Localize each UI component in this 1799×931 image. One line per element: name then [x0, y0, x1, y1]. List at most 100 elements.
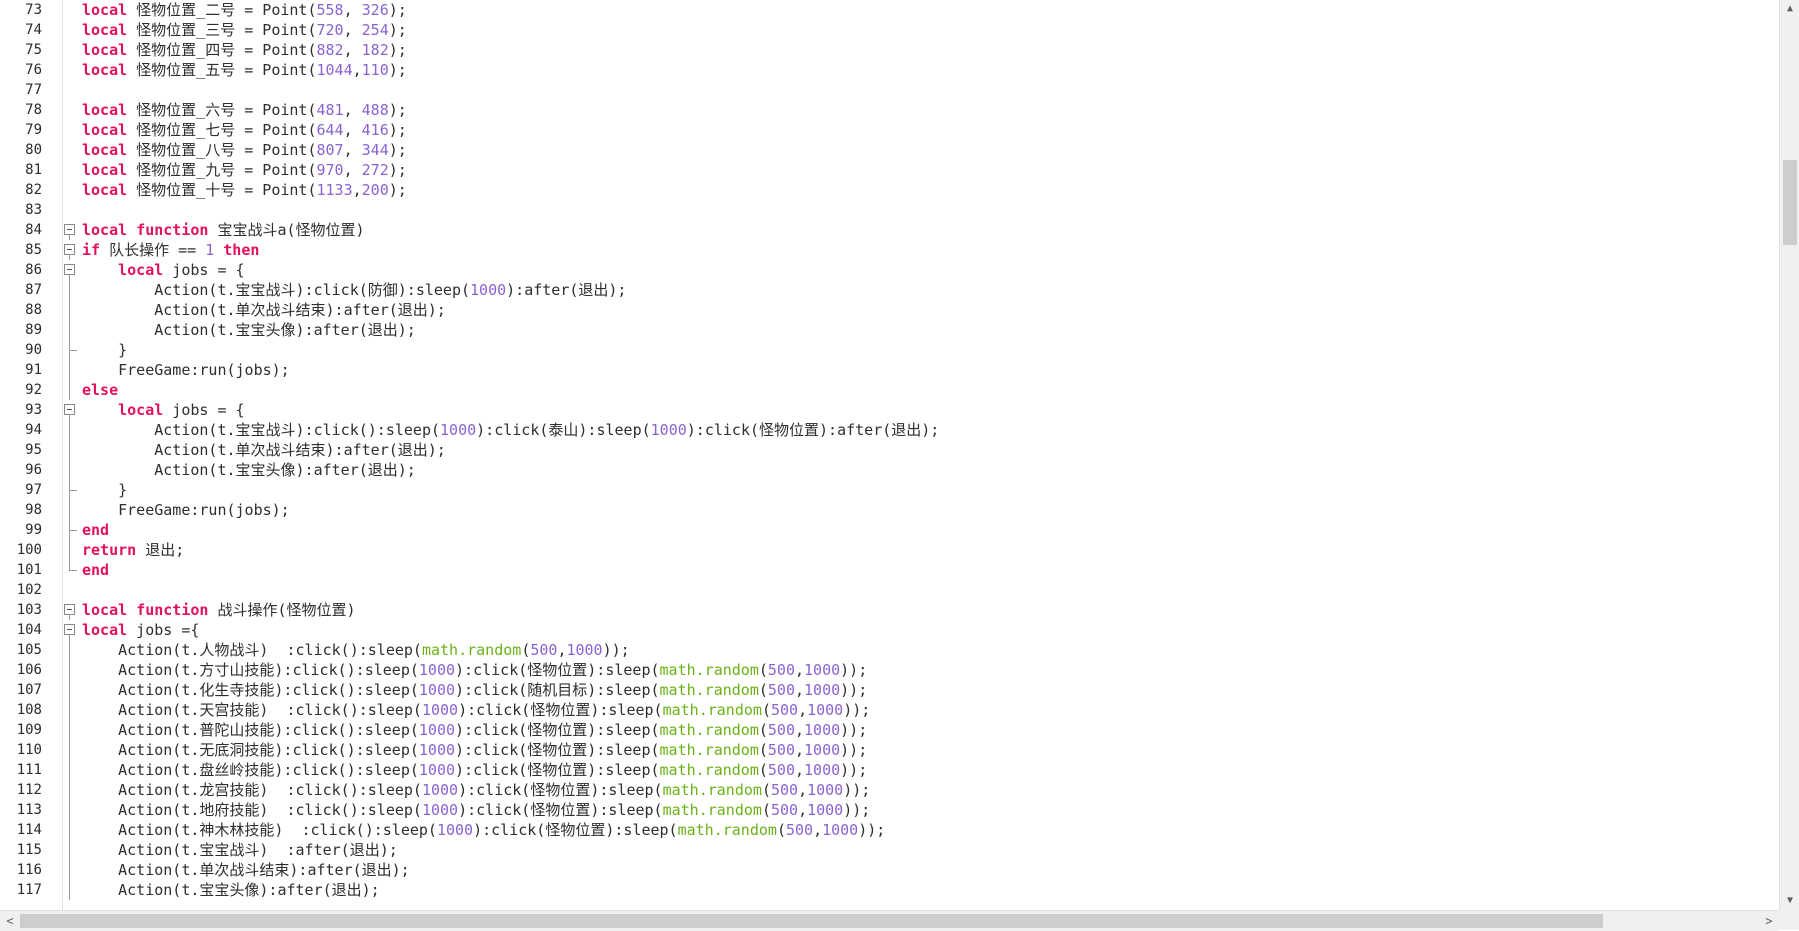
code-line[interactable]: 81 local 怪物位置_九号 = Point(970, 272);: [0, 160, 1779, 180]
code-line[interactable]: 113 Action(t.地府技能) :click():sleep(1000):…: [0, 800, 1779, 820]
fold-collapse-icon[interactable]: [64, 244, 75, 255]
code-line[interactable]: 94 Action(t.宝宝战斗):click():sleep(1000):cl…: [0, 420, 1779, 440]
code-line[interactable]: 88 Action(t.单次战斗结束):after(退出);: [0, 300, 1779, 320]
code-text[interactable]: local 怪物位置_二号 = Point(558, 326);: [82, 0, 407, 20]
code-line[interactable]: 117 Action(t.宝宝头像):after(退出);: [0, 880, 1779, 900]
code-text[interactable]: Action(t.神木林技能) :click():sleep(1000):cli…: [82, 820, 885, 840]
code-line[interactable]: 110 Action(t.无底洞技能):click():sleep(1000):…: [0, 740, 1779, 760]
code-text[interactable]: local 怪物位置_九号 = Point(970, 272);: [82, 160, 407, 180]
code-text[interactable]: local function 战斗操作(怪物位置): [82, 600, 356, 620]
code-line[interactable]: 106 Action(t.方寸山技能):click():sleep(1000):…: [0, 660, 1779, 680]
code-text[interactable]: Action(t.单次战斗结束):after(退出);: [82, 860, 410, 880]
code-text[interactable]: Action(t.单次战斗结束):after(退出);: [82, 300, 446, 320]
code-line[interactable]: 83: [0, 200, 1779, 220]
code-text[interactable]: local 怪物位置_四号 = Point(882, 182);: [82, 40, 407, 60]
horizontal-scrollbar[interactable]: < >: [0, 910, 1779, 931]
code-line[interactable]: 115 Action(t.宝宝战斗) :after(退出);: [0, 840, 1779, 860]
code-line[interactable]: 93 local jobs = {: [0, 400, 1779, 420]
code-text[interactable]: Action(t.地府技能) :click():sleep(1000):clic…: [82, 800, 870, 820]
fold-collapse-icon[interactable]: [64, 404, 75, 415]
code-line[interactable]: 111 Action(t.盘丝岭技能):click():sleep(1000):…: [0, 760, 1779, 780]
vertical-scrollbar[interactable]: ▲ ▼: [1779, 0, 1799, 910]
code-line[interactable]: 90 }: [0, 340, 1779, 360]
code-text[interactable]: Action(t.人物战斗) :click():sleep(math.rando…: [82, 640, 630, 660]
fold-collapse-icon[interactable]: [64, 224, 75, 235]
code-line[interactable]: 116 Action(t.单次战斗结束):after(退出);: [0, 860, 1779, 880]
code-text[interactable]: Action(t.龙宫技能) :click():sleep(1000):clic…: [82, 780, 870, 800]
code-text[interactable]: FreeGame:run(jobs);: [82, 360, 290, 380]
code-line[interactable]: 77: [0, 80, 1779, 100]
code-text[interactable]: if 队长操作 == 1 then: [82, 240, 259, 260]
code-line[interactable]: 105 Action(t.人物战斗) :click():sleep(math.r…: [0, 640, 1779, 660]
code-text[interactable]: return 退出;: [82, 540, 184, 560]
code-text[interactable]: Action(t.宝宝战斗) :after(退出);: [82, 840, 398, 860]
code-line[interactable]: 102: [0, 580, 1779, 600]
code-text[interactable]: local jobs ={: [82, 620, 199, 640]
code-line[interactable]: 100 return 退出;: [0, 540, 1779, 560]
vertical-scroll-thumb[interactable]: [1783, 160, 1797, 245]
code-text[interactable]: local 怪物位置_三号 = Point(720, 254);: [82, 20, 407, 40]
code-line[interactable]: 76 local 怪物位置_五号 = Point(1044,110);: [0, 60, 1779, 80]
code-line[interactable]: 86 local jobs = {: [0, 260, 1779, 280]
code-text[interactable]: Action(t.天宫技能) :click():sleep(1000):clic…: [82, 700, 870, 720]
scroll-up-icon[interactable]: ▲: [1780, 0, 1799, 18]
fold-collapse-icon[interactable]: [64, 264, 75, 275]
code-text[interactable]: end: [82, 560, 109, 580]
code-text[interactable]: local jobs = {: [82, 400, 244, 420]
code-text[interactable]: Action(t.宝宝头像):after(退出);: [82, 880, 380, 900]
code-line[interactable]: 79 local 怪物位置_七号 = Point(644, 416);: [0, 120, 1779, 140]
code-line[interactable]: 85 if 队长操作 == 1 then: [0, 240, 1779, 260]
code-line[interactable]: 95 Action(t.单次战斗结束):after(退出);: [0, 440, 1779, 460]
code-line[interactable]: 75 local 怪物位置_四号 = Point(882, 182);: [0, 40, 1779, 60]
horizontal-scroll-thumb[interactable]: [20, 914, 1603, 928]
code-line[interactable]: 73 local 怪物位置_二号 = Point(558, 326);: [0, 0, 1779, 20]
code-text[interactable]: Action(t.无底洞技能):click():sleep(1000):clic…: [82, 740, 867, 760]
code-line[interactable]: 104 local jobs ={: [0, 620, 1779, 640]
code-line[interactable]: 82 local 怪物位置_十号 = Point(1133,200);: [0, 180, 1779, 200]
code-text[interactable]: else: [82, 380, 118, 400]
scroll-right-icon[interactable]: >: [1759, 911, 1779, 931]
scroll-down-icon[interactable]: ▼: [1780, 892, 1799, 910]
code-line[interactable]: 96 Action(t.宝宝头像):after(退出);: [0, 460, 1779, 480]
fold-collapse-icon[interactable]: [64, 604, 75, 615]
code-line[interactable]: 109 Action(t.普陀山技能):click():sleep(1000):…: [0, 720, 1779, 740]
code-line[interactable]: 101 end: [0, 560, 1779, 580]
code-text[interactable]: Action(t.盘丝岭技能):click():sleep(1000):clic…: [82, 760, 867, 780]
code-line[interactable]: 74 local 怪物位置_三号 = Point(720, 254);: [0, 20, 1779, 40]
code-line[interactable]: 89 Action(t.宝宝头像):after(退出);: [0, 320, 1779, 340]
code-line[interactable]: 107 Action(t.化生寺技能):click():sleep(1000):…: [0, 680, 1779, 700]
code-text[interactable]: Action(t.方寸山技能):click():sleep(1000):clic…: [82, 660, 867, 680]
code-text[interactable]: FreeGame:run(jobs);: [82, 500, 290, 520]
code-line[interactable]: 103 local function 战斗操作(怪物位置): [0, 600, 1779, 620]
code-text[interactable]: local 怪物位置_八号 = Point(807, 344);: [82, 140, 407, 160]
code-line[interactable]: 98 FreeGame:run(jobs);: [0, 500, 1779, 520]
fold-collapse-icon[interactable]: [64, 624, 75, 635]
code-text[interactable]: end: [82, 520, 109, 540]
code-line[interactable]: 80 local 怪物位置_八号 = Point(807, 344);: [0, 140, 1779, 160]
code-line[interactable]: 84 local function 宝宝战斗a(怪物位置): [0, 220, 1779, 240]
code-text[interactable]: Action(t.宝宝头像):after(退出);: [82, 460, 416, 480]
code-text[interactable]: }: [82, 340, 127, 360]
code-text[interactable]: local 怪物位置_七号 = Point(644, 416);: [82, 120, 407, 140]
code-text[interactable]: Action(t.宝宝战斗):click():sleep(1000):click…: [82, 420, 939, 440]
code-line[interactable]: 99 end: [0, 520, 1779, 540]
code-text[interactable]: }: [82, 480, 127, 500]
code-line[interactable]: 114 Action(t.神木林技能) :click():sleep(1000)…: [0, 820, 1779, 840]
code-text[interactable]: Action(t.宝宝战斗):click(防御):sleep(1000):aft…: [82, 280, 626, 300]
code-text[interactable]: Action(t.单次战斗结束):after(退出);: [82, 440, 446, 460]
code-text[interactable]: local 怪物位置_十号 = Point(1133,200);: [82, 180, 407, 200]
code-line[interactable]: 112 Action(t.龙宫技能) :click():sleep(1000):…: [0, 780, 1779, 800]
code-line[interactable]: 91 FreeGame:run(jobs);: [0, 360, 1779, 380]
code-line[interactable]: 97 }: [0, 480, 1779, 500]
code-text[interactable]: local jobs = {: [82, 260, 244, 280]
code-text[interactable]: Action(t.化生寺技能):click():sleep(1000):clic…: [82, 680, 867, 700]
code-text[interactable]: local 怪物位置_六号 = Point(481, 488);: [82, 100, 407, 120]
code-line[interactable]: 108 Action(t.天宫技能) :click():sleep(1000):…: [0, 700, 1779, 720]
code-text[interactable]: local 怪物位置_五号 = Point(1044,110);: [82, 60, 407, 80]
code-line[interactable]: 87 Action(t.宝宝战斗):click(防御):sleep(1000):…: [0, 280, 1779, 300]
code-text[interactable]: Action(t.宝宝头像):after(退出);: [82, 320, 416, 340]
code-text[interactable]: local function 宝宝战斗a(怪物位置): [82, 220, 365, 240]
code-editor[interactable]: 73 local 怪物位置_二号 = Point(558, 326); 74 loca…: [0, 0, 1779, 910]
code-line[interactable]: 92 else: [0, 380, 1779, 400]
code-line[interactable]: 78 local 怪物位置_六号 = Point(481, 488);: [0, 100, 1779, 120]
